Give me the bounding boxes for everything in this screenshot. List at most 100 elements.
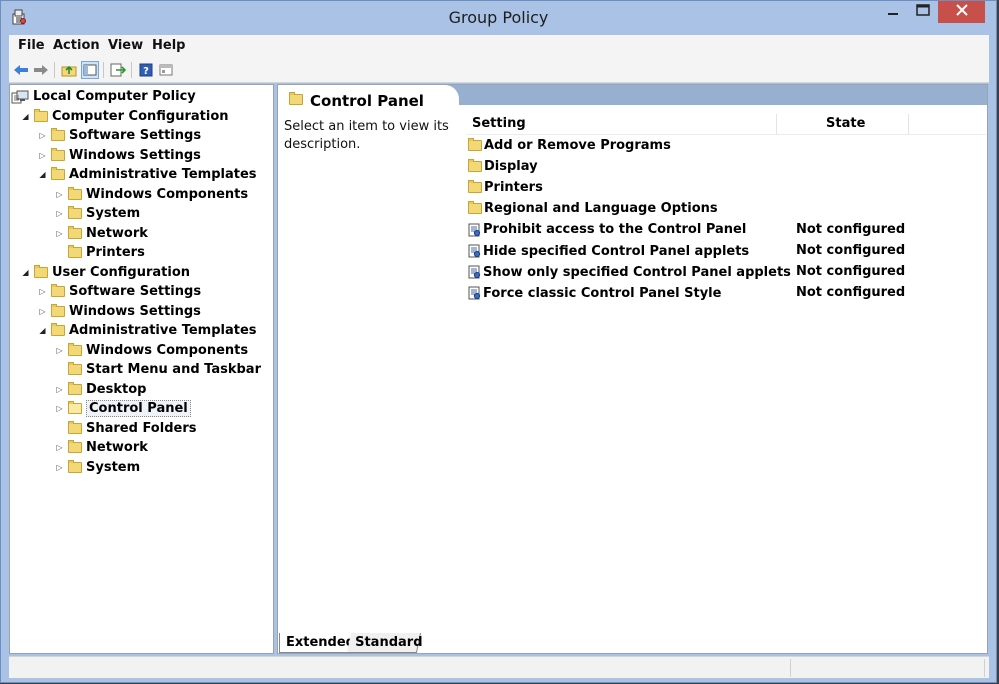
tree-item[interactable]: ▷ Software Settings — [37, 282, 201, 301]
tree-item-selected[interactable]: ▷ Control Panel — [54, 399, 191, 418]
policy-row[interactable]: Show only specified Control Panel applet… — [468, 262, 791, 282]
collapsed-arrow-icon[interactable]: ▷ — [54, 208, 65, 219]
collapsed-arrow-icon[interactable]: ▷ — [37, 130, 48, 141]
folder-icon — [68, 459, 82, 473]
tree-item[interactable]: Printers — [54, 243, 145, 262]
collapsed-arrow-icon[interactable]: ▷ — [54, 462, 65, 473]
back-icon[interactable] — [12, 61, 30, 79]
column-divider[interactable] — [908, 114, 909, 134]
tree-item[interactable]: ▷ Windows Components — [54, 185, 248, 204]
tree-item[interactable]: Shared Folders — [54, 419, 196, 438]
tree-item[interactable]: ◢ User Configuration — [20, 263, 190, 282]
expanded-arrow-icon[interactable]: ◢ — [37, 325, 48, 336]
folder-icon — [51, 128, 65, 141]
export-list-icon[interactable] — [109, 61, 127, 79]
collapsed-arrow-icon[interactable]: ▷ — [54, 228, 65, 239]
category-row[interactable]: Printers — [468, 177, 543, 197]
folder-icon — [34, 264, 48, 278]
menu-view[interactable]: View — [108, 38, 143, 53]
tree-item[interactable]: ◢ Administrative Templates — [37, 321, 257, 340]
forward-icon[interactable] — [32, 61, 50, 79]
tree-item[interactable]: ▷ Windows Settings — [37, 302, 201, 321]
collapsed-arrow-icon[interactable]: ▷ — [54, 403, 65, 414]
folder-icon — [68, 342, 82, 356]
up-folder-icon[interactable] — [60, 61, 78, 79]
category-row[interactable]: Regional and Language Options — [468, 199, 718, 219]
setting-state: Not configured — [796, 221, 906, 237]
tree-item-label: System — [86, 459, 141, 475]
category-row[interactable]: Display — [468, 156, 538, 176]
help-icon[interactable]: ? — [137, 61, 155, 79]
folder-icon — [68, 225, 82, 239]
tree-item-label: User Configuration — [52, 264, 191, 280]
close-icon — [955, 4, 969, 20]
tree-item[interactable]: ▷ Software Settings — [37, 126, 201, 145]
policy-row[interactable]: Force classic Control Panel Style — [468, 283, 721, 303]
menu-file[interactable]: File — [18, 38, 45, 53]
collapsed-arrow-icon[interactable]: ▷ — [37, 306, 48, 317]
tree-item-label: Network — [86, 225, 148, 241]
tree-item[interactable]: ▷ System — [54, 458, 140, 477]
tree-item[interactable]: ▷ Windows Settings — [37, 146, 201, 165]
setting-name: Printers — [484, 179, 543, 195]
toolbar-separator — [54, 62, 55, 78]
policy-row[interactable]: Prohibit access to the Control Panel — [468, 220, 746, 240]
tree-item[interactable]: Local Computer Policy — [11, 87, 196, 106]
tree-item-label: Printers — [86, 245, 145, 260]
folder-icon — [34, 108, 48, 122]
properties-view-icon[interactable] — [157, 61, 175, 79]
tab-standard[interactable]: Standard — [346, 633, 423, 653]
expanded-arrow-icon[interactable]: ◢ — [20, 267, 31, 278]
tree-pane[interactable]: Local Computer Policy ◢ Computer Configura… — [9, 84, 274, 654]
column-divider[interactable] — [776, 114, 777, 134]
folder-icon — [468, 158, 482, 172]
expanded-arrow-icon[interactable]: ◢ — [37, 169, 48, 180]
setting-name: Regional and Language Options — [484, 201, 718, 217]
status-bar — [9, 656, 989, 678]
tree-item[interactable]: ▷ Desktop — [54, 380, 146, 399]
collapsed-arrow-icon[interactable]: ▷ — [54, 345, 65, 356]
setting-name: Hide specified Control Panel applets — [483, 243, 750, 259]
tree-item-label: Start Menu and Taskbar — [86, 362, 261, 377]
folder-icon — [68, 381, 82, 395]
show-hide-tree-icon[interactable] — [81, 61, 99, 79]
tree-item[interactable]: ◢ Administrative Templates — [37, 165, 257, 184]
tree-item[interactable]: ▷ System — [54, 204, 140, 223]
collapsed-arrow-icon[interactable]: ▷ — [54, 384, 65, 395]
tree-item[interactable]: Start Menu and Taskbar — [54, 360, 261, 379]
setting-name: Force classic Control Panel Style — [483, 285, 722, 301]
tree-item-label: Software Settings — [69, 284, 202, 299]
setting-state: Not configured — [796, 264, 906, 280]
category-row[interactable]: Add or Remove Programs — [468, 135, 671, 155]
folder-icon — [68, 186, 82, 200]
menu-action[interactable]: Action — [53, 38, 100, 53]
tree-item-label: Local Computer Policy — [33, 89, 196, 104]
close-button[interactable] — [938, 1, 985, 23]
policy-setting-icon — [468, 286, 481, 300]
policy-row[interactable]: Hide specified Control Panel applets — [468, 241, 749, 261]
maximize-button[interactable] — [908, 1, 938, 23]
tree-item[interactable]: ◢ Computer Configuration — [20, 107, 229, 126]
tree-item[interactable]: ▷ Windows Components — [54, 341, 248, 360]
toolbar-separator — [103, 62, 104, 78]
column-header-state[interactable]: State — [826, 116, 865, 134]
tab-extended[interactable]: Extended — [279, 633, 355, 653]
expanded-arrow-icon[interactable]: ◢ — [20, 111, 31, 122]
collapsed-arrow-icon[interactable]: ▷ — [37, 286, 48, 297]
column-header-setting[interactable]: Setting — [472, 116, 526, 134]
open-folder-icon — [68, 401, 82, 414]
details-pane: Control Panel Select an item to view its… — [277, 84, 988, 654]
menu-help[interactable]: Help — [152, 38, 185, 53]
title-bar[interactable]: Group Policy — [1, 1, 996, 35]
policy-setting-icon — [468, 265, 481, 279]
window-title: Group Policy — [448, 8, 549, 27]
collapsed-arrow-icon[interactable]: ▷ — [37, 150, 48, 161]
collapsed-arrow-icon[interactable]: ▷ — [54, 442, 65, 453]
tree-item[interactable]: ▷ Network — [54, 224, 148, 243]
collapsed-arrow-icon[interactable]: ▷ — [54, 189, 65, 200]
maximize-icon — [916, 4, 930, 20]
tree-item[interactable]: ▷ Network — [54, 438, 148, 457]
computer-policy-icon — [11, 90, 29, 104]
minimize-button[interactable] — [878, 1, 908, 23]
